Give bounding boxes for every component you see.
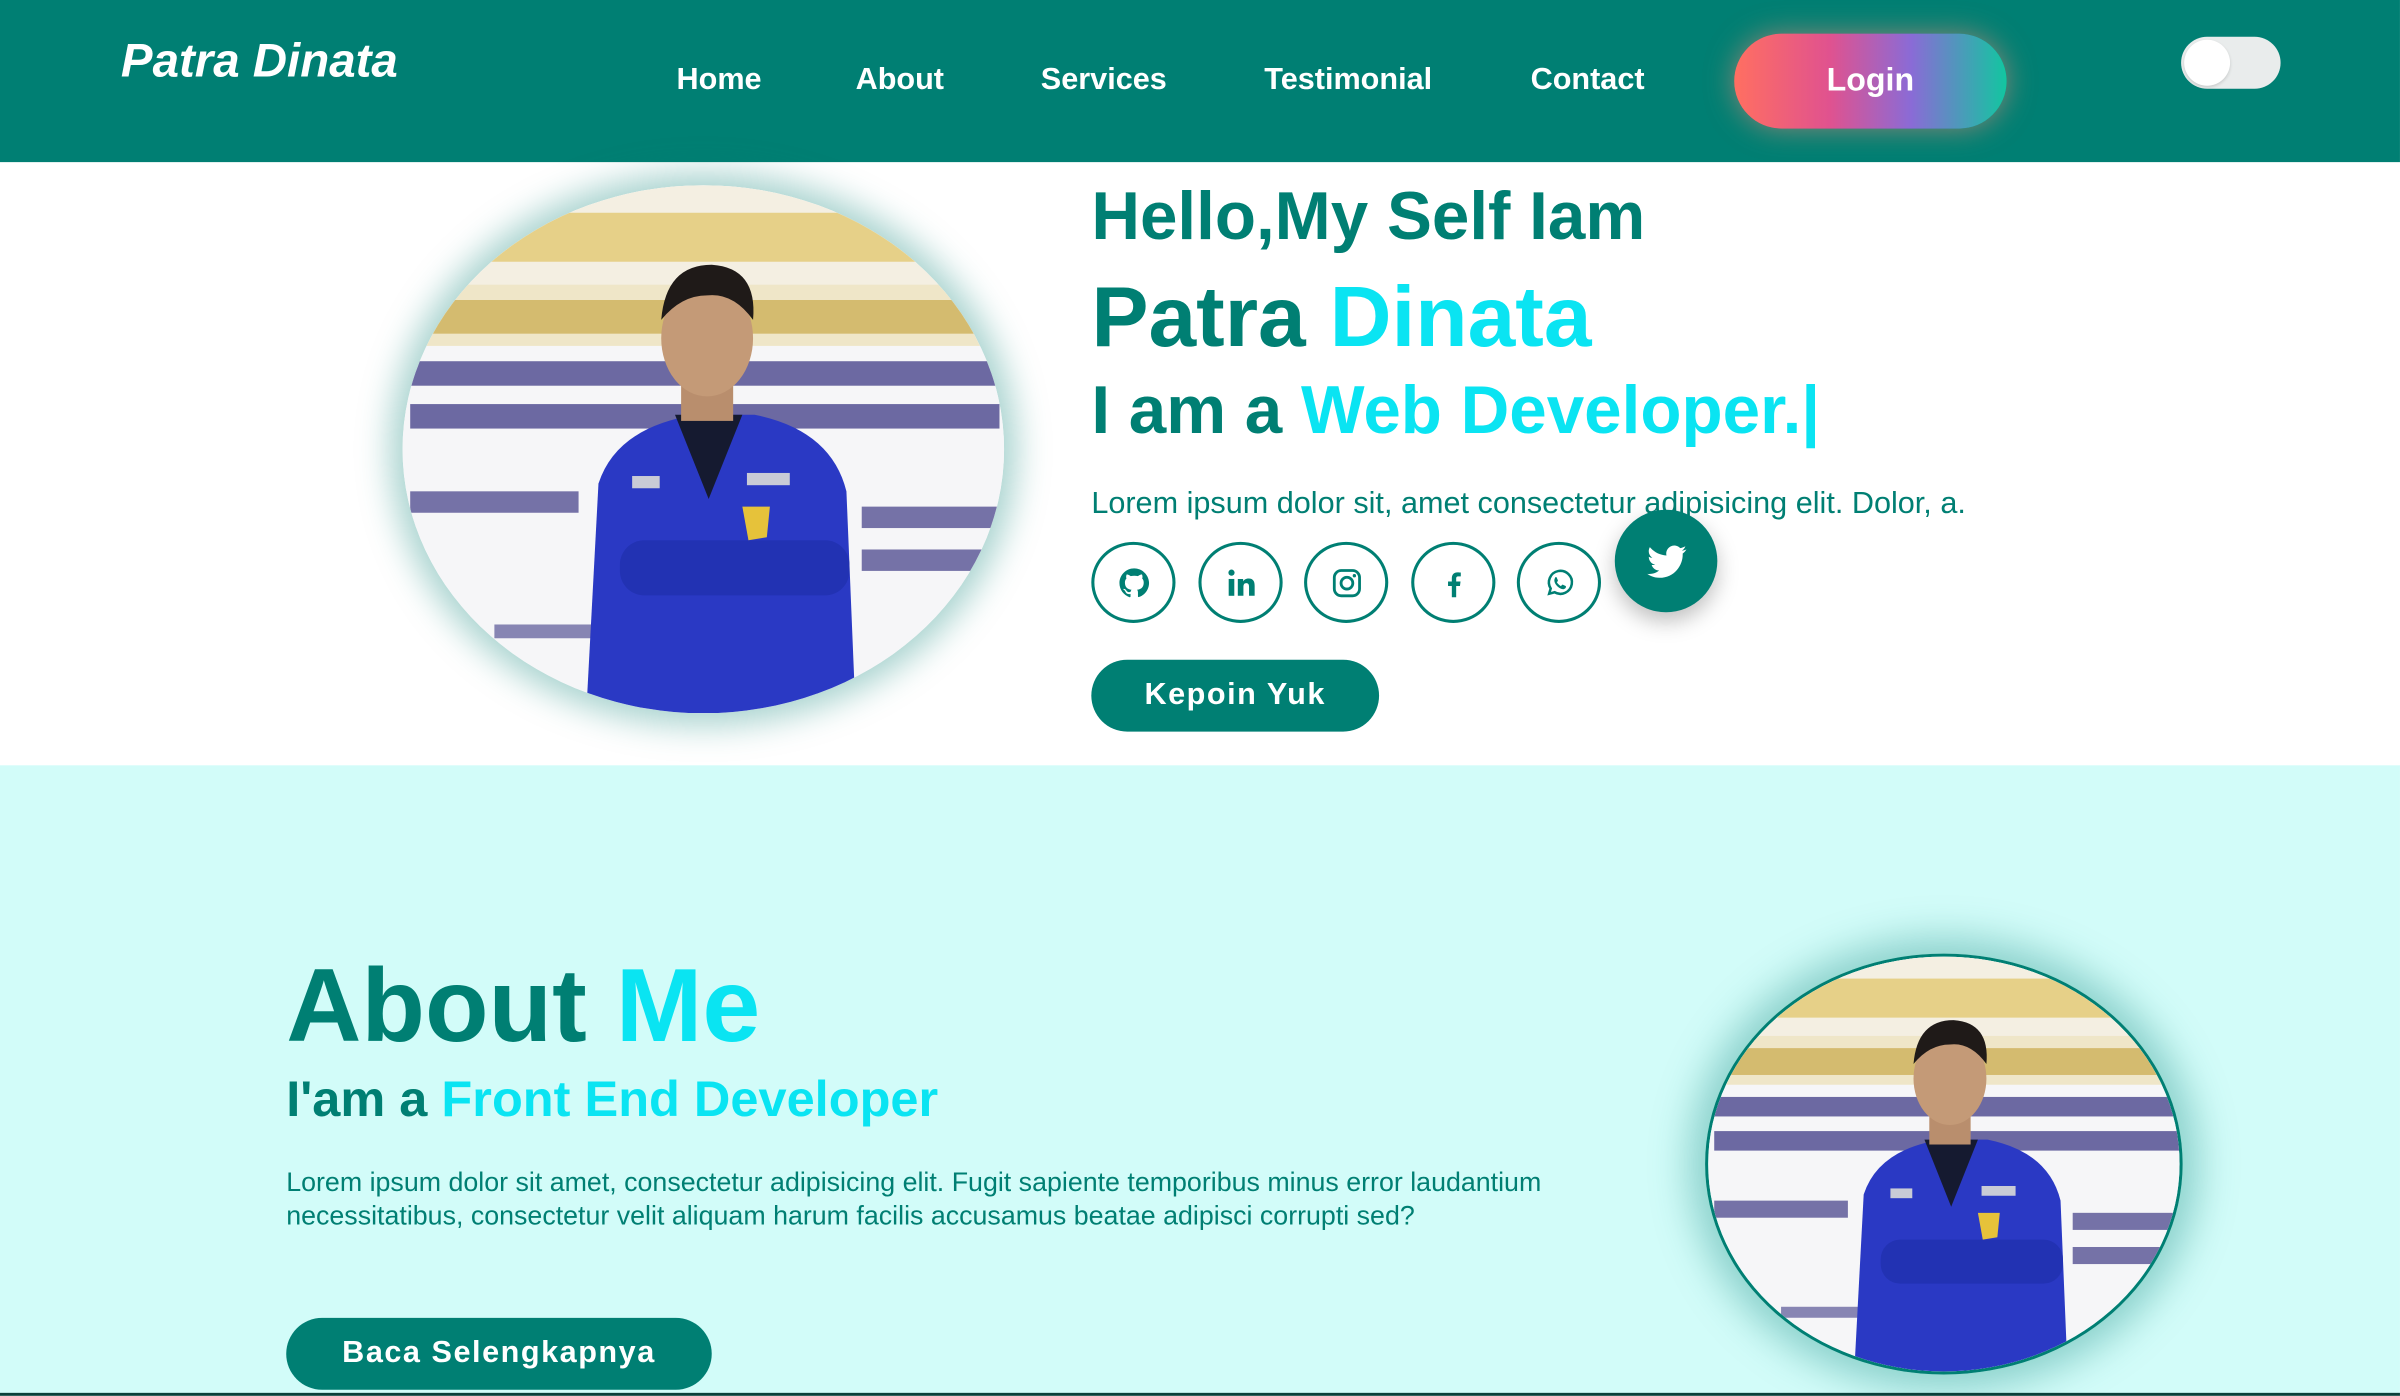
nav-testimonial[interactable]: Testimonial — [1264, 63, 1432, 98]
instagram-icon — [1332, 568, 1361, 597]
github-icon — [1118, 567, 1149, 597]
about-title: About Me — [286, 946, 760, 1065]
hero-description: Lorem ipsum dolor sit, amet consectetur … — [1091, 486, 1966, 521]
linkedin-icon — [1227, 568, 1254, 596]
instagram-link[interactable] — [1304, 541, 1389, 623]
nav-services[interactable]: Services — [1041, 63, 1167, 98]
whatsapp-icon — [1546, 568, 1573, 595]
bottom-border — [0, 1392, 2400, 1396]
nav-home[interactable]: Home — [677, 63, 762, 98]
profile-photo-image — [402, 185, 1005, 714]
whatsapp-link[interactable] — [1516, 541, 1602, 623]
navbar: Patra Dinata Home About Services Testimo… — [0, 0, 2400, 163]
baca-selengkapnya-button[interactable]: Baca Selengkapnya — [286, 1317, 712, 1390]
nav-about[interactable]: About — [856, 63, 944, 98]
kepoin-yuk-button[interactable]: Kepoin Yuk — [1091, 659, 1380, 732]
github-link[interactable] — [1091, 541, 1176, 623]
hero-name-last: Dinata — [1329, 267, 1592, 365]
about-subtitle-prefix: I'am a — [286, 1069, 428, 1127]
hero-role: I am a Web Developer.| — [1091, 373, 1820, 450]
about-subtitle-highlight: Front End Developer — [441, 1069, 939, 1127]
facebook-icon — [1447, 571, 1461, 597]
toggle-knob — [2184, 39, 2231, 86]
hero-role-typed: Web Developer.| — [1300, 373, 1821, 449]
hero-name: Patra Dinata — [1091, 266, 1591, 365]
hero-role-prefix: I am a — [1091, 373, 1283, 449]
twitter-link[interactable] — [1614, 509, 1718, 613]
profile-photo — [402, 185, 1005, 714]
about-paragraph: Lorem ipsum dolor sit amet, consectetur … — [286, 1166, 1542, 1231]
hero-name-first: Patra — [1091, 267, 1306, 365]
about-photo — [1705, 953, 2183, 1375]
about-title-highlight: Me — [615, 947, 761, 1064]
brand-logo[interactable]: Patra Dinata — [121, 34, 398, 89]
linkedin-link[interactable] — [1198, 541, 1283, 623]
hero-greeting: Hello,My Self Iam — [1091, 179, 1646, 255]
login-button[interactable]: Login — [1734, 33, 2007, 129]
about-title-main: About — [286, 947, 587, 1064]
twitter-icon — [1646, 544, 1686, 578]
about-photo-image — [1708, 956, 2180, 1372]
theme-toggle[interactable] — [2181, 36, 2281, 89]
about-subtitle: I'am a Front End Developer — [286, 1070, 938, 1128]
facebook-link[interactable] — [1411, 541, 1496, 623]
nav-contact[interactable]: Contact — [1531, 63, 1645, 98]
